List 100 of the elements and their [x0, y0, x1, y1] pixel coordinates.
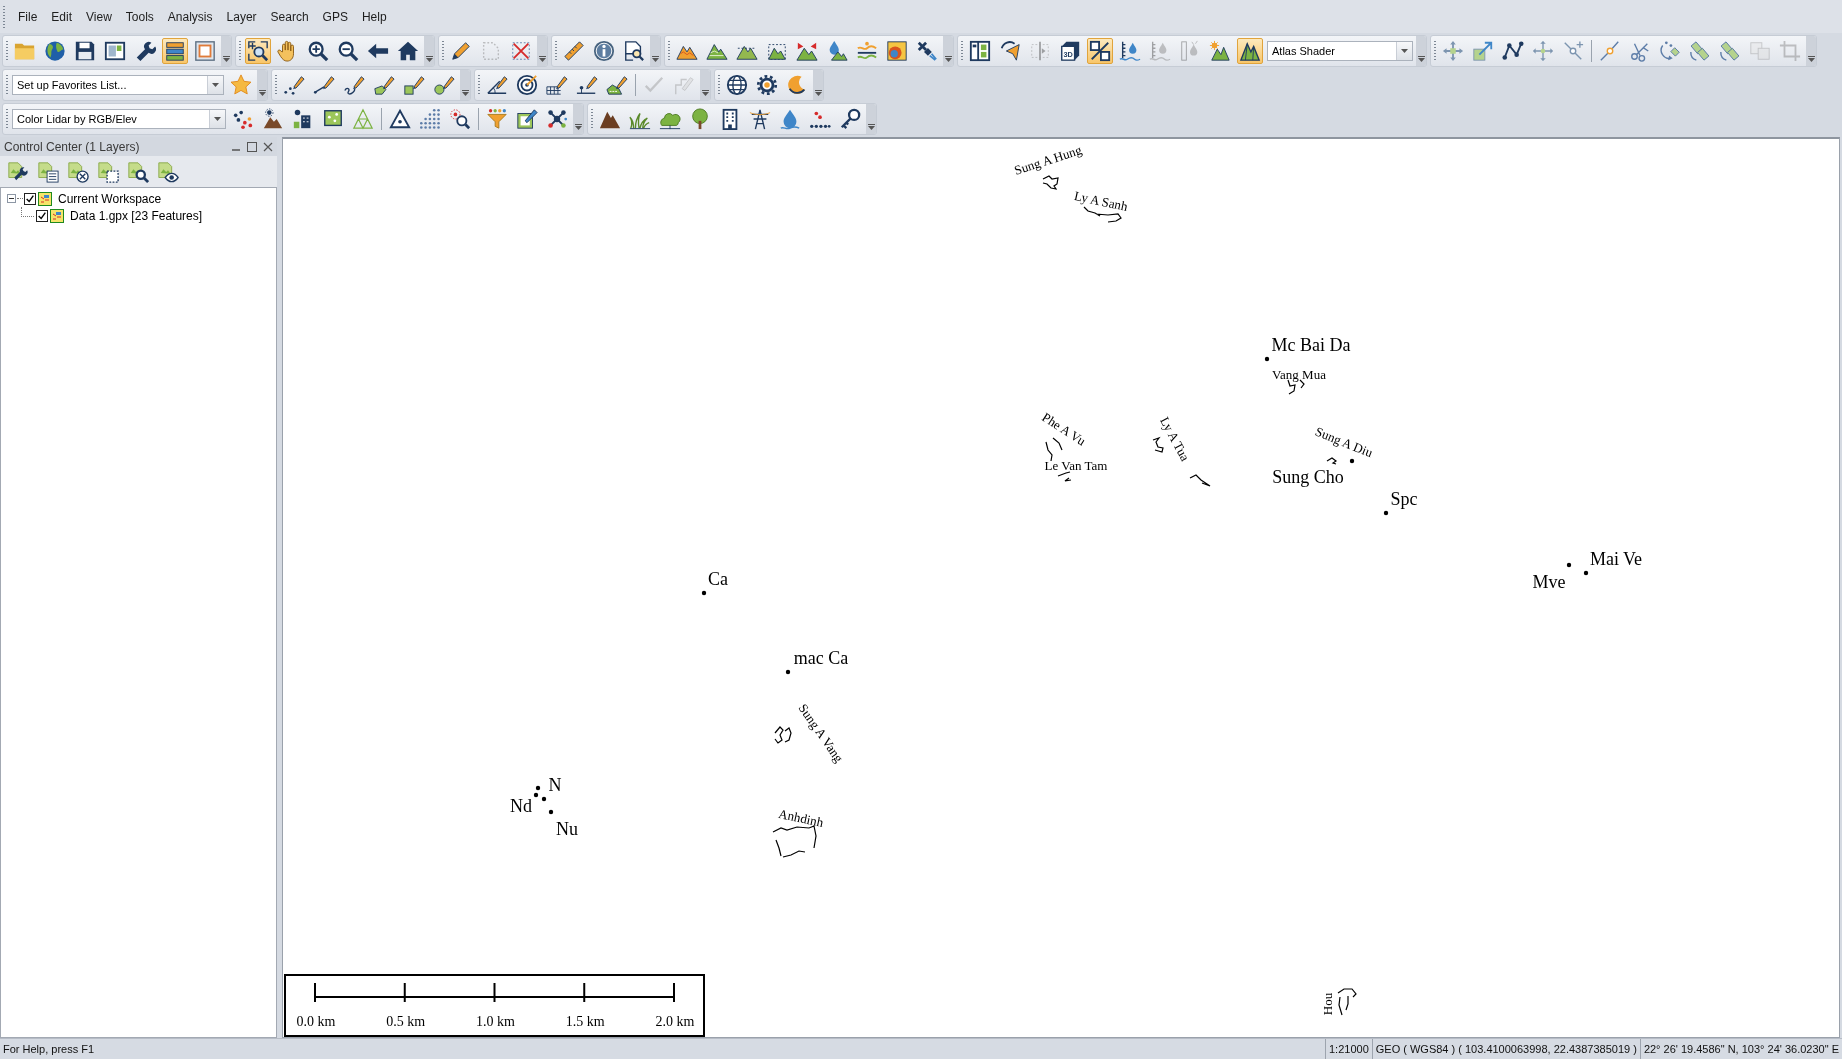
- track-line: [1045, 437, 1063, 462]
- toolbar-grip-handle[interactable]: [6, 75, 8, 95]
- menu-item[interactable]: Help: [354, 6, 394, 27]
- favorites-dropdown[interactable]: Set up Favorites List...: [12, 75, 224, 95]
- toolbar-options-icon[interactable]: [700, 70, 710, 100]
- waypoint-dot-icon: [1264, 356, 1270, 362]
- toolbar-options-icon[interactable]: [257, 70, 267, 100]
- waypoint-label: Spc: [1390, 490, 1418, 508]
- track-line: [772, 825, 817, 858]
- sun-mountain-icon[interactable]: [1207, 38, 1233, 64]
- toolbar-options-icon[interactable]: [1416, 36, 1426, 66]
- track-line: [1326, 457, 1338, 465]
- menu-item[interactable]: Analysis: [160, 6, 220, 27]
- menu-item[interactable]: File: [11, 6, 45, 27]
- toolbar-grip-handle[interactable]: [718, 75, 720, 95]
- toolbar-grip-handle[interactable]: [275, 75, 277, 95]
- track-line: [1152, 436, 1164, 453]
- info-icon[interactable]: [591, 38, 617, 64]
- tree-item[interactable]: Data 1.gpx [23 Features]: [70, 208, 203, 223]
- waypoint-label: Nu: [556, 820, 578, 838]
- toolbar-options-icon[interactable]: [813, 70, 823, 100]
- waypoint-dot-icon: [1583, 570, 1589, 576]
- menu-item[interactable]: Edit: [44, 6, 80, 27]
- gear-icon[interactable]: [754, 72, 780, 98]
- waypoint-label: mac Ca: [793, 649, 849, 667]
- track-label: Anhdinh: [777, 806, 825, 830]
- toolbar-grip-handle[interactable]: [591, 109, 593, 129]
- toolbar-grip-handle[interactable]: [442, 41, 444, 61]
- toolbar-options-icon[interactable]: [943, 36, 953, 66]
- scale-label: 2.0 km: [655, 1014, 695, 1030]
- toolbar-options-icon[interactable]: [1806, 36, 1816, 66]
- status-field: 22° 26' 19.4586" N, 103° 24' 36.0230" E: [1639, 1039, 1842, 1059]
- waypoint-label: Sung Cho: [1272, 468, 1344, 486]
- toolbar-grip-handle[interactable]: [1434, 41, 1436, 61]
- track-line: [1042, 175, 1059, 190]
- globe-icon[interactable]: [42, 38, 68, 64]
- scale-label: 1.0 km: [475, 1014, 515, 1030]
- layer-icon: [38, 191, 52, 206]
- checkbox[interactable]: [24, 192, 36, 205]
- zoom-select-icon[interactable]: [245, 38, 271, 64]
- menu-item[interactable]: Tools: [118, 6, 161, 27]
- layer-list-icon[interactable]: [37, 160, 59, 183]
- target-icon[interactable]: [514, 72, 540, 98]
- track-label: Ly A Tua: [1158, 414, 1192, 464]
- shader-dropdown[interactable]: Atlas Shader: [1267, 41, 1413, 61]
- layer-view-icon[interactable]: [157, 160, 179, 183]
- track-label: Ly A Sanh: [1073, 189, 1129, 213]
- toolbar-options-icon[interactable]: [460, 70, 470, 100]
- tree-toggle[interactable]: [7, 194, 16, 203]
- toolbar-options-icon[interactable]: [537, 36, 547, 66]
- close-icon[interactable]: [263, 141, 273, 152]
- tree-item[interactable]: Current Workspace: [58, 191, 162, 206]
- point-search-icon[interactable]: [447, 106, 473, 132]
- waypoint-dot-icon: [785, 669, 791, 675]
- ruler-icon[interactable]: [561, 38, 587, 64]
- layer-search-icon[interactable]: [127, 160, 149, 183]
- toolbar-grip-handle[interactable]: [478, 75, 480, 95]
- toolbar-grip-handle[interactable]: [6, 109, 8, 129]
- toolbar-grip-handle[interactable]: [668, 41, 670, 61]
- toolbar-options-icon[interactable]: [221, 36, 231, 66]
- toolbar-grip-handle[interactable]: [961, 41, 963, 61]
- waypoint-label: Mc Bai Da: [1271, 336, 1351, 354]
- toolbar-options-icon[interactable]: [866, 104, 876, 134]
- toolbar-grip-handle[interactable]: [555, 41, 557, 61]
- star-icon[interactable]: [228, 72, 254, 98]
- toolbar-options-icon[interactable]: [650, 36, 660, 66]
- track-line: [1189, 474, 1211, 487]
- waypoint-dot-icon: [1566, 562, 1572, 568]
- shaded-relief-icon[interactable]: [884, 38, 910, 64]
- menu-grip-handle[interactable]: [3, 5, 5, 28]
- toolbar-grip-handle[interactable]: [239, 41, 241, 61]
- track-label: Hou: [1320, 992, 1334, 1016]
- layer-settings-icon[interactable]: [7, 160, 29, 183]
- diagonal-squares-icon[interactable]: [1087, 38, 1113, 64]
- layer-icon: [50, 208, 64, 223]
- edit-square-icon[interactable]: [514, 106, 540, 132]
- menu-item[interactable]: Layer: [219, 6, 264, 27]
- track-label: Sung A Hung: [1012, 143, 1084, 177]
- layer-select-icon[interactable]: [97, 160, 119, 183]
- menu-item[interactable]: View: [79, 6, 119, 27]
- frame-icon[interactable]: [192, 38, 218, 64]
- menu-item[interactable]: Search: [263, 6, 316, 27]
- scale-label: 0.0 km: [296, 1014, 336, 1030]
- shaded-mountain-icon[interactable]: [1237, 38, 1263, 64]
- layer-remove-icon[interactable]: [67, 160, 89, 183]
- maximize-icon[interactable]: [247, 141, 257, 152]
- waypoint-label: Nd: [510, 797, 532, 815]
- track-line: [774, 726, 792, 744]
- panel-layout-icon[interactable]: [967, 38, 993, 64]
- globe-grid-icon[interactable]: [724, 72, 750, 98]
- menu-item[interactable]: GPS: [315, 6, 355, 27]
- lidar-color-dropdown[interactable]: Color Lidar by RGB/Elev: [12, 109, 226, 129]
- dot-grid-icon[interactable]: [417, 106, 443, 132]
- toolbar-grip-handle[interactable]: [6, 41, 8, 61]
- toolbar-options-icon[interactable]: [573, 104, 583, 134]
- layers-icon[interactable]: [162, 38, 188, 64]
- toolbar-options-icon[interactable]: [424, 36, 434, 66]
- waypoint-label: Mve: [1532, 573, 1566, 591]
- checkbox[interactable]: [36, 209, 48, 222]
- waypoint-dot-icon: [1383, 510, 1389, 516]
